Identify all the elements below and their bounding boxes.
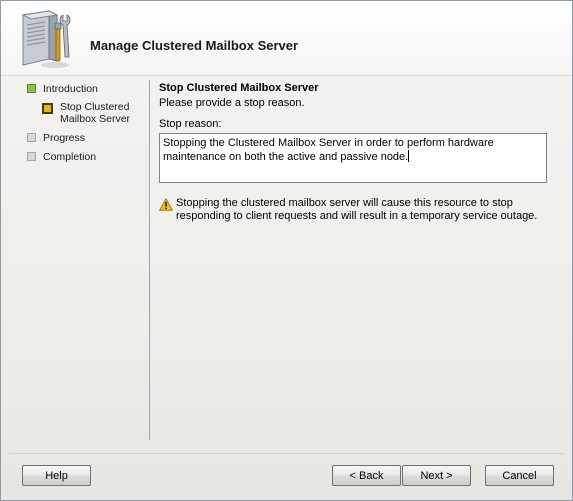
help-button[interactable]: Help xyxy=(22,465,91,486)
wizard-header: Manage Clustered Mailbox Server xyxy=(1,1,572,76)
server-tools-icon xyxy=(21,10,71,68)
step-introduction: Introduction xyxy=(27,83,98,95)
step-label: Progress xyxy=(43,132,86,144)
current-step-icon xyxy=(42,103,53,114)
page-title: Stop Clustered Mailbox Server xyxy=(159,82,319,94)
step-progress: Progress xyxy=(27,132,85,144)
step-stop-clustered-mailbox-server: Stop Clustered Mailbox Server xyxy=(42,101,138,125)
pending-step-icon xyxy=(27,152,36,161)
step-label: Stop Clustered Mailbox Server xyxy=(60,101,131,125)
cancel-button[interactable]: Cancel xyxy=(485,465,554,486)
warning-icon xyxy=(159,198,173,211)
back-button[interactable]: < Back xyxy=(332,465,401,486)
text-caret xyxy=(408,150,410,162)
footer-divider xyxy=(9,453,564,454)
stop-reason-text: Stopping the Clustered Mailbox Server in… xyxy=(163,137,494,163)
stop-reason-textarea[interactable]: Stopping the Clustered Mailbox Server in… xyxy=(159,133,547,183)
step-label: Introduction xyxy=(43,83,98,95)
step-completion: Completion xyxy=(27,151,96,163)
stop-reason-label: Stop reason: xyxy=(159,118,222,130)
next-button[interactable]: Next > xyxy=(402,465,471,486)
warning-text: Stopping the clustered mailbox server wi… xyxy=(176,197,538,222)
pending-step-icon xyxy=(27,133,36,142)
nav-divider xyxy=(149,80,150,440)
wizard-window: Manage Clustered Mailbox Server Introduc… xyxy=(0,0,573,501)
page-subtitle: Please provide a stop reason. xyxy=(159,97,305,109)
wizard-title: Manage Clustered Mailbox Server xyxy=(90,38,299,53)
step-label: Completion xyxy=(43,151,97,163)
completed-step-icon xyxy=(27,84,36,93)
